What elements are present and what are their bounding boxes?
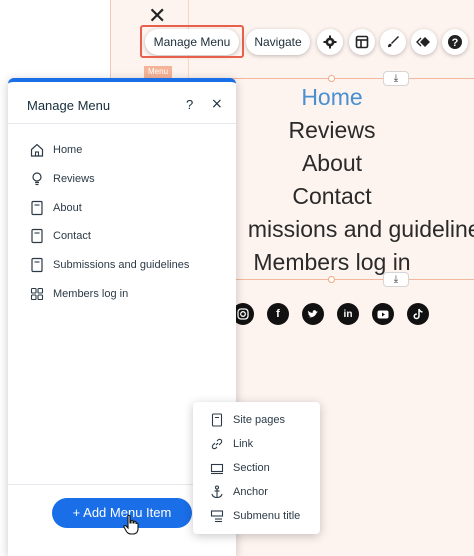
element-tag: Menu <box>144 66 173 78</box>
dropdown-item-label: Site pages <box>233 414 285 426</box>
menu-item-label: Submissions and guidelines <box>53 259 190 271</box>
menu-item-label: About <box>53 202 82 214</box>
linkedin-icon[interactable]: in <box>337 303 359 325</box>
link-icon <box>211 438 223 450</box>
tiktok-icon[interactable] <box>407 303 429 325</box>
home-icon <box>30 143 44 157</box>
panel-close-button[interactable]: × <box>211 96 223 112</box>
design-brush-icon[interactable] <box>380 29 406 55</box>
resize-handle-bottom[interactable] <box>328 276 335 283</box>
dropdown-item-anchor[interactable]: Anchor <box>193 480 320 504</box>
panel-divider <box>8 123 236 124</box>
dropdown-item-submenu-title[interactable]: Submenu title <box>193 504 320 528</box>
menu-item-label: Reviews <box>53 173 95 185</box>
manage-menu-highlight <box>140 25 244 58</box>
site-menu-item-submissions[interactable]: missions and guidelines <box>228 216 474 243</box>
add-item-dropdown: Site pages Link Section Anchor Submenu t… <box>193 402 320 534</box>
resize-handle-top[interactable] <box>328 75 335 82</box>
menu-item-contact[interactable]: Contact <box>8 223 236 249</box>
dropdown-item-label: Anchor <box>233 486 268 498</box>
menu-item-label: Home <box>53 144 83 156</box>
menu-item-label: Members log in <box>53 288 129 300</box>
menu-item-members[interactable]: Members log in <box>8 281 236 307</box>
menu-item-submissions[interactable]: Submissions and guidelines <box>8 252 236 278</box>
dropdown-item-label: Section <box>233 462 270 474</box>
youtube-icon[interactable] <box>372 303 394 325</box>
page-icon <box>31 257 43 273</box>
twitter-icon[interactable] <box>302 303 324 325</box>
dropdown-item-section[interactable]: Section <box>193 456 320 480</box>
members-app-icon <box>30 287 44 301</box>
animation-icon[interactable] <box>411 29 437 55</box>
menu-item-reviews[interactable]: Reviews <box>8 166 236 192</box>
dropdown-item-site-pages[interactable]: Site pages <box>193 408 320 432</box>
layout-icon[interactable] <box>349 29 375 55</box>
section-icon <box>210 463 224 475</box>
submenu-icon <box>210 510 224 523</box>
settings-icon[interactable] <box>317 29 343 55</box>
navigate-button[interactable]: Navigate <box>246 29 310 55</box>
dropdown-item-label: Submenu title <box>233 510 301 522</box>
menu-item-label: Contact <box>53 230 91 242</box>
menu-item-about[interactable]: About <box>8 195 236 221</box>
menu-item-home[interactable]: Home <box>8 137 236 163</box>
hand-cursor-icon <box>123 514 139 535</box>
anchor-icon <box>211 485 223 499</box>
panel-title: Manage Menu <box>27 98 111 113</box>
page-icon <box>31 200 43 216</box>
lightbulb-icon <box>32 172 42 186</box>
dropdown-item-link[interactable]: Link <box>193 432 320 456</box>
facebook-icon[interactable]: f <box>267 303 289 325</box>
page-icon <box>31 228 43 244</box>
dropdown-item-label: Link <box>233 438 254 450</box>
page-icon <box>211 413 223 427</box>
svg-text:?: ? <box>452 37 459 49</box>
help-icon[interactable]: ? <box>442 29 468 55</box>
help-button[interactable]: ? <box>186 97 193 112</box>
